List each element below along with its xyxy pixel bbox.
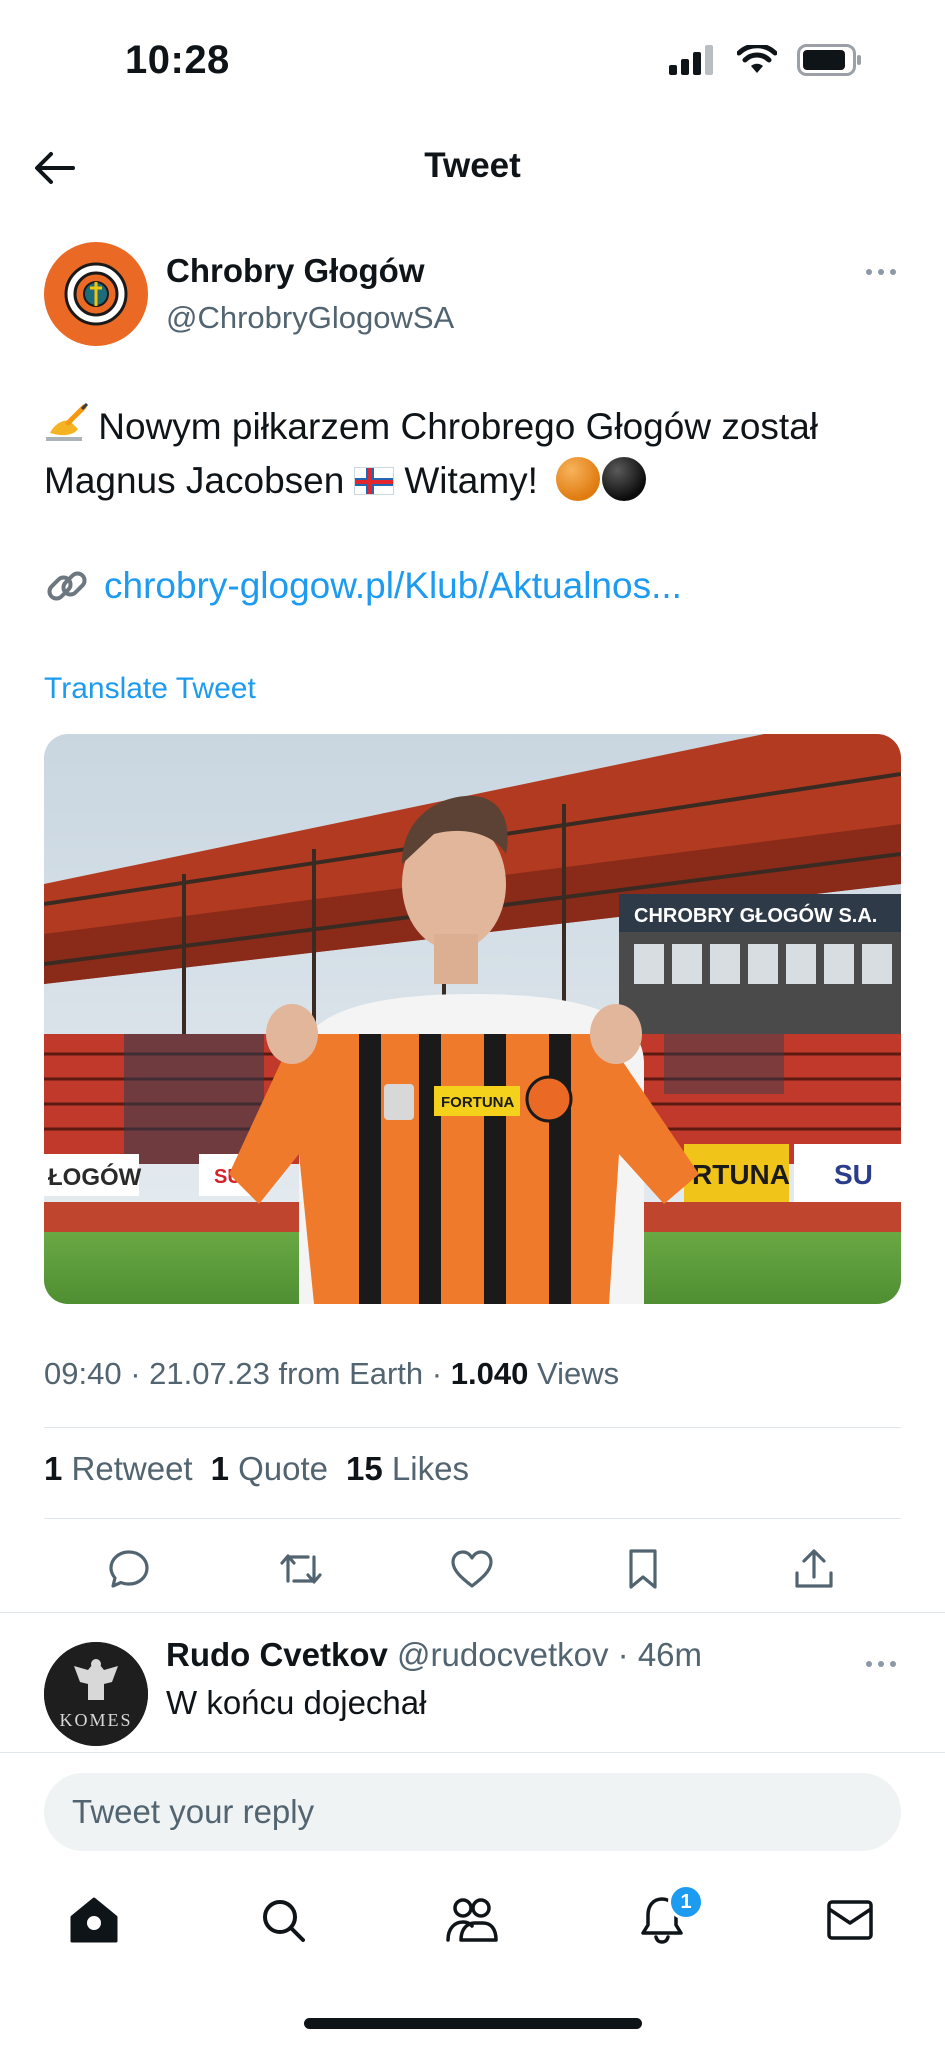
- translate-tweet-link[interactable]: Translate Tweet: [44, 672, 256, 706]
- club-crest-icon: [64, 262, 128, 326]
- tweet-time: 09:40: [44, 1356, 122, 1391]
- bookmark-button[interactable]: [620, 1546, 666, 1592]
- reply-author-name[interactable]: Rudo Cvetkov: [166, 1636, 388, 1673]
- communities-icon: [446, 1898, 498, 1942]
- left-board-text: ŁOGÓW: [48, 1163, 142, 1191]
- notifications-badge: 1: [668, 1884, 704, 1920]
- author-avatar[interactable]: [44, 242, 148, 346]
- eagle-logo-icon: KOMES: [44, 1642, 148, 1746]
- divider: [0, 1612, 945, 1613]
- reply-input[interactable]: Tweet your reply: [44, 1773, 901, 1851]
- wifi-icon: [737, 45, 777, 73]
- retweets-stat[interactable]: 1 Retweet: [44, 1450, 193, 1488]
- status-icons: [669, 44, 863, 76]
- reply-button[interactable]: [106, 1546, 152, 1592]
- reply-time: · 46m: [617, 1636, 703, 1673]
- share-button[interactable]: [791, 1546, 837, 1592]
- share-icon: [795, 1549, 833, 1588]
- tweet-stats: 1 Retweet 1 Quote 15 Likes: [44, 1450, 469, 1488]
- dot-icon: [878, 269, 884, 275]
- right-board-text: RTUNA: [692, 1159, 790, 1190]
- link-icon: [47, 571, 87, 601]
- search-icon: [263, 1900, 305, 1942]
- home-indicator[interactable]: [304, 2018, 642, 2029]
- right-board-text-2: SU: [834, 1159, 873, 1190]
- dot-icon: [866, 269, 872, 275]
- dot-icon: [866, 1661, 872, 1667]
- battery-icon: [797, 44, 861, 76]
- tweet-text: Nowym piłkarzem Chrobrego Głogów został …: [44, 400, 914, 508]
- bookmark-icon: [629, 1549, 657, 1589]
- nav-messages[interactable]: [822, 1892, 878, 1948]
- page-title: Tweet: [424, 146, 521, 185]
- reply-more-options-button[interactable]: [858, 1652, 904, 1676]
- retweet-icon: [280, 1554, 322, 1584]
- tweet-author: Chrobry Głogów @ChrobryGlogowSA: [44, 238, 904, 348]
- home-icon: [70, 1897, 118, 1943]
- author-name[interactable]: Chrobry Głogów: [166, 252, 425, 290]
- reply-author-handle[interactable]: @rudocvetkov: [397, 1636, 608, 1673]
- reply-composer: Tweet your reply: [0, 1752, 945, 1870]
- reply-text: W końcu dojechał: [166, 1684, 427, 1721]
- nav-home[interactable]: [66, 1892, 122, 1948]
- tweet-actions: [0, 1536, 945, 1598]
- nav-communities[interactable]: [444, 1892, 500, 1948]
- status-time: 10:28: [125, 38, 230, 82]
- likes-stat[interactable]: 15 Likes: [346, 1450, 469, 1488]
- black-circle-icon: [602, 457, 647, 501]
- reply-item[interactable]: KOMES Rudo Cvetkov @rudocvetkov · 46m W …: [44, 1636, 904, 1756]
- tweet-text-greeting: Witamy!: [404, 460, 538, 501]
- tweet-image[interactable]: CHROBRY GŁOGÓW S.A. ŁOGÓW SU RTUNA SU FO…: [44, 734, 901, 1304]
- divider: [44, 1518, 901, 1519]
- mail-icon: [827, 1900, 873, 1940]
- reply-avatar[interactable]: KOMES: [44, 1642, 148, 1746]
- quotes-stat[interactable]: 1 Quote: [211, 1450, 328, 1488]
- retweet-button[interactable]: [278, 1546, 324, 1592]
- tweet-source: from Earth: [278, 1356, 424, 1391]
- dot-icon: [890, 269, 896, 275]
- like-button[interactable]: [449, 1546, 495, 1592]
- dot-icon: [890, 1661, 896, 1667]
- orange-circle-icon: [556, 457, 601, 501]
- divider: [44, 1427, 901, 1428]
- comment-icon: [109, 1550, 149, 1588]
- dot-icon: [878, 1661, 884, 1667]
- nav-notifications[interactable]: 1: [634, 1884, 704, 1948]
- reply-avatar-text: KOMES: [59, 1710, 132, 1730]
- tweet-date: 21.07.23: [149, 1356, 270, 1391]
- link-url[interactable]: chrobry-glogow.pl/Klub/Aktualnos...: [104, 565, 682, 607]
- stand-sign-text: CHROBRY GŁOGÓW S.A.: [634, 903, 877, 927]
- tweet-link[interactable]: chrobry-glogow.pl/Klub/Aktualnos...: [44, 563, 682, 609]
- shirt-sponsor-text: FORTUNA: [441, 1094, 514, 1111]
- faroe-islands-flag-icon: [354, 467, 395, 495]
- more-options-button[interactable]: [858, 260, 904, 284]
- reply-header: Rudo Cvetkov @rudocvetkov · 46m: [166, 1636, 702, 1674]
- bottom-nav: 1: [0, 1870, 945, 1980]
- stadium-photo: CHROBRY GŁOGÓW S.A. ŁOGÓW SU RTUNA SU FO…: [44, 734, 901, 1304]
- views-count: 1.040: [450, 1356, 529, 1391]
- writing-hand-icon: [44, 402, 89, 443]
- heart-icon: [451, 1550, 493, 1588]
- status-bar: 10:28: [0, 0, 945, 120]
- tweet-meta: 09:40 · 21.07.23 from Earth · 1.040 View…: [44, 1356, 620, 1391]
- views-label[interactable]: Views: [537, 1356, 619, 1391]
- cellular-signal-icon: [669, 45, 713, 75]
- header: Tweet: [0, 120, 945, 212]
- author-handle[interactable]: @ChrobryGlogowSA: [166, 300, 454, 336]
- nav-search[interactable]: [255, 1892, 311, 1948]
